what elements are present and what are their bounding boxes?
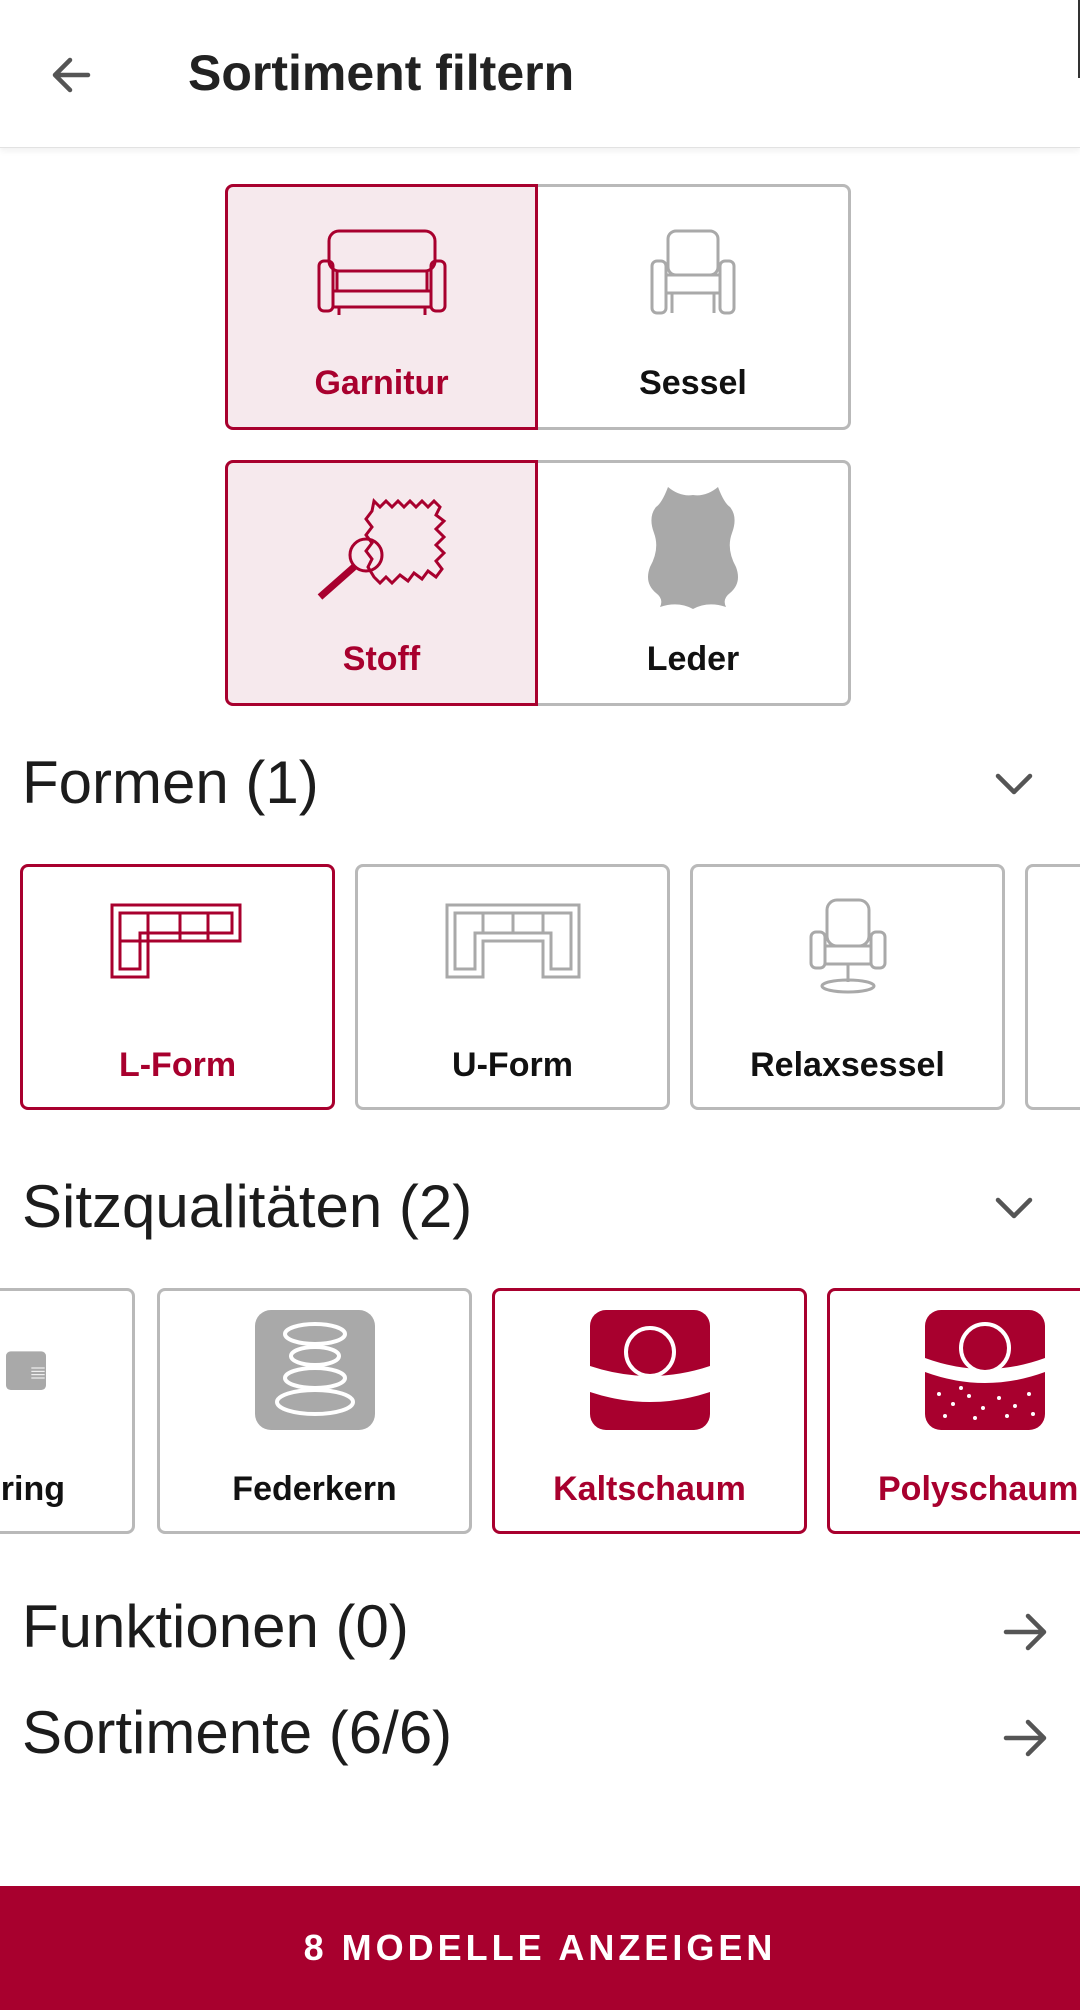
coil-spring-icon bbox=[240, 1305, 390, 1435]
leather-hide-icon bbox=[623, 487, 763, 609]
card-federkern[interactable]: Federkern bbox=[157, 1288, 472, 1534]
sortimente-row[interactable]: Sortimente (6/6) bbox=[0, 1688, 1080, 1788]
sitzqualitaeten-carousel[interactable]: ring Federkern Kaltschaum Polyschaum bbox=[0, 1288, 1080, 1534]
armchair-icon bbox=[623, 217, 763, 327]
fabric-swatch-icon bbox=[312, 493, 452, 603]
sitzqualitaeten-chevron-button[interactable] bbox=[986, 1180, 1042, 1236]
arrow-right-icon bbox=[998, 1604, 1054, 1660]
cold-foam-icon bbox=[575, 1305, 725, 1435]
toggle-stoff-label: Stoff bbox=[342, 640, 421, 678]
material-toggle: Stoff Leder bbox=[225, 460, 851, 706]
card-kaltschaum[interactable]: Kaltschaum bbox=[492, 1288, 807, 1534]
sortimente-label: Sortimente (6/6) bbox=[22, 1699, 453, 1766]
formen-title: Formen (1) bbox=[22, 749, 319, 816]
chevron-down-icon bbox=[995, 1197, 1033, 1219]
card-relaxsessel[interactable]: Relaxsessel bbox=[690, 864, 1005, 1110]
app-header: Sortiment filtern bbox=[0, 0, 1080, 148]
l-shape-sofa-icon bbox=[103, 881, 253, 1011]
arrow-right-icon bbox=[998, 1710, 1054, 1766]
card-pocket-spring[interactable]: ring bbox=[0, 1288, 135, 1534]
arrow-left-icon bbox=[52, 57, 91, 93]
card-u-form-label: U-Form bbox=[452, 1046, 573, 1084]
card-next-partial[interactable] bbox=[1025, 864, 1080, 1110]
card-relaxsessel-label: Relaxsessel bbox=[750, 1046, 945, 1084]
card-u-form[interactable]: U-Form bbox=[355, 864, 670, 1110]
toggle-garnitur-label: Garnitur bbox=[314, 364, 449, 402]
back-button[interactable] bbox=[36, 40, 106, 110]
card-federkern-label: Federkern bbox=[232, 1470, 397, 1508]
card-kaltschaum-label: Kaltschaum bbox=[553, 1470, 746, 1508]
funktionen-row[interactable]: Funktionen (0) bbox=[0, 1582, 1080, 1682]
toggle-stoff[interactable]: Stoff bbox=[225, 460, 538, 706]
poly-foam-icon bbox=[910, 1305, 1060, 1435]
card-pocket-spring-label: ring bbox=[0, 1470, 65, 1508]
show-models-button[interactable]: 8 MODELLE ANZEIGEN bbox=[0, 1886, 1080, 2010]
toggle-leder[interactable]: Leder bbox=[538, 460, 851, 706]
chevron-down-icon bbox=[995, 773, 1033, 795]
toggle-sessel-label: Sessel bbox=[639, 364, 747, 402]
recliner-icon bbox=[773, 881, 923, 1011]
type-toggle: Garnitur Sessel bbox=[225, 184, 851, 430]
page-title: Sortiment filtern bbox=[188, 45, 575, 101]
formen-chevron-button[interactable] bbox=[986, 756, 1042, 812]
pocket-spring-icon bbox=[6, 1305, 46, 1435]
toggle-garnitur[interactable]: Garnitur bbox=[225, 184, 538, 430]
card-l-form[interactable]: L-Form bbox=[20, 864, 335, 1110]
card-polyschaum-label: Polyschaum bbox=[878, 1470, 1079, 1508]
card-polyschaum[interactable]: Polyschaum bbox=[827, 1288, 1080, 1534]
funktionen-label: Funktionen (0) bbox=[22, 1593, 409, 1660]
card-l-form-label: L-Form bbox=[118, 1046, 237, 1084]
sitzqualitaeten-title: Sitzqualitäten (2) bbox=[22, 1173, 473, 1240]
u-shape-sofa-icon bbox=[438, 881, 588, 1011]
toggle-leder-label: Leder bbox=[646, 640, 740, 678]
sofa-icon bbox=[312, 217, 452, 327]
formen-carousel[interactable]: L-Form U-Form Relaxsessel bbox=[0, 864, 1080, 1110]
toggle-sessel[interactable]: Sessel bbox=[538, 184, 851, 430]
